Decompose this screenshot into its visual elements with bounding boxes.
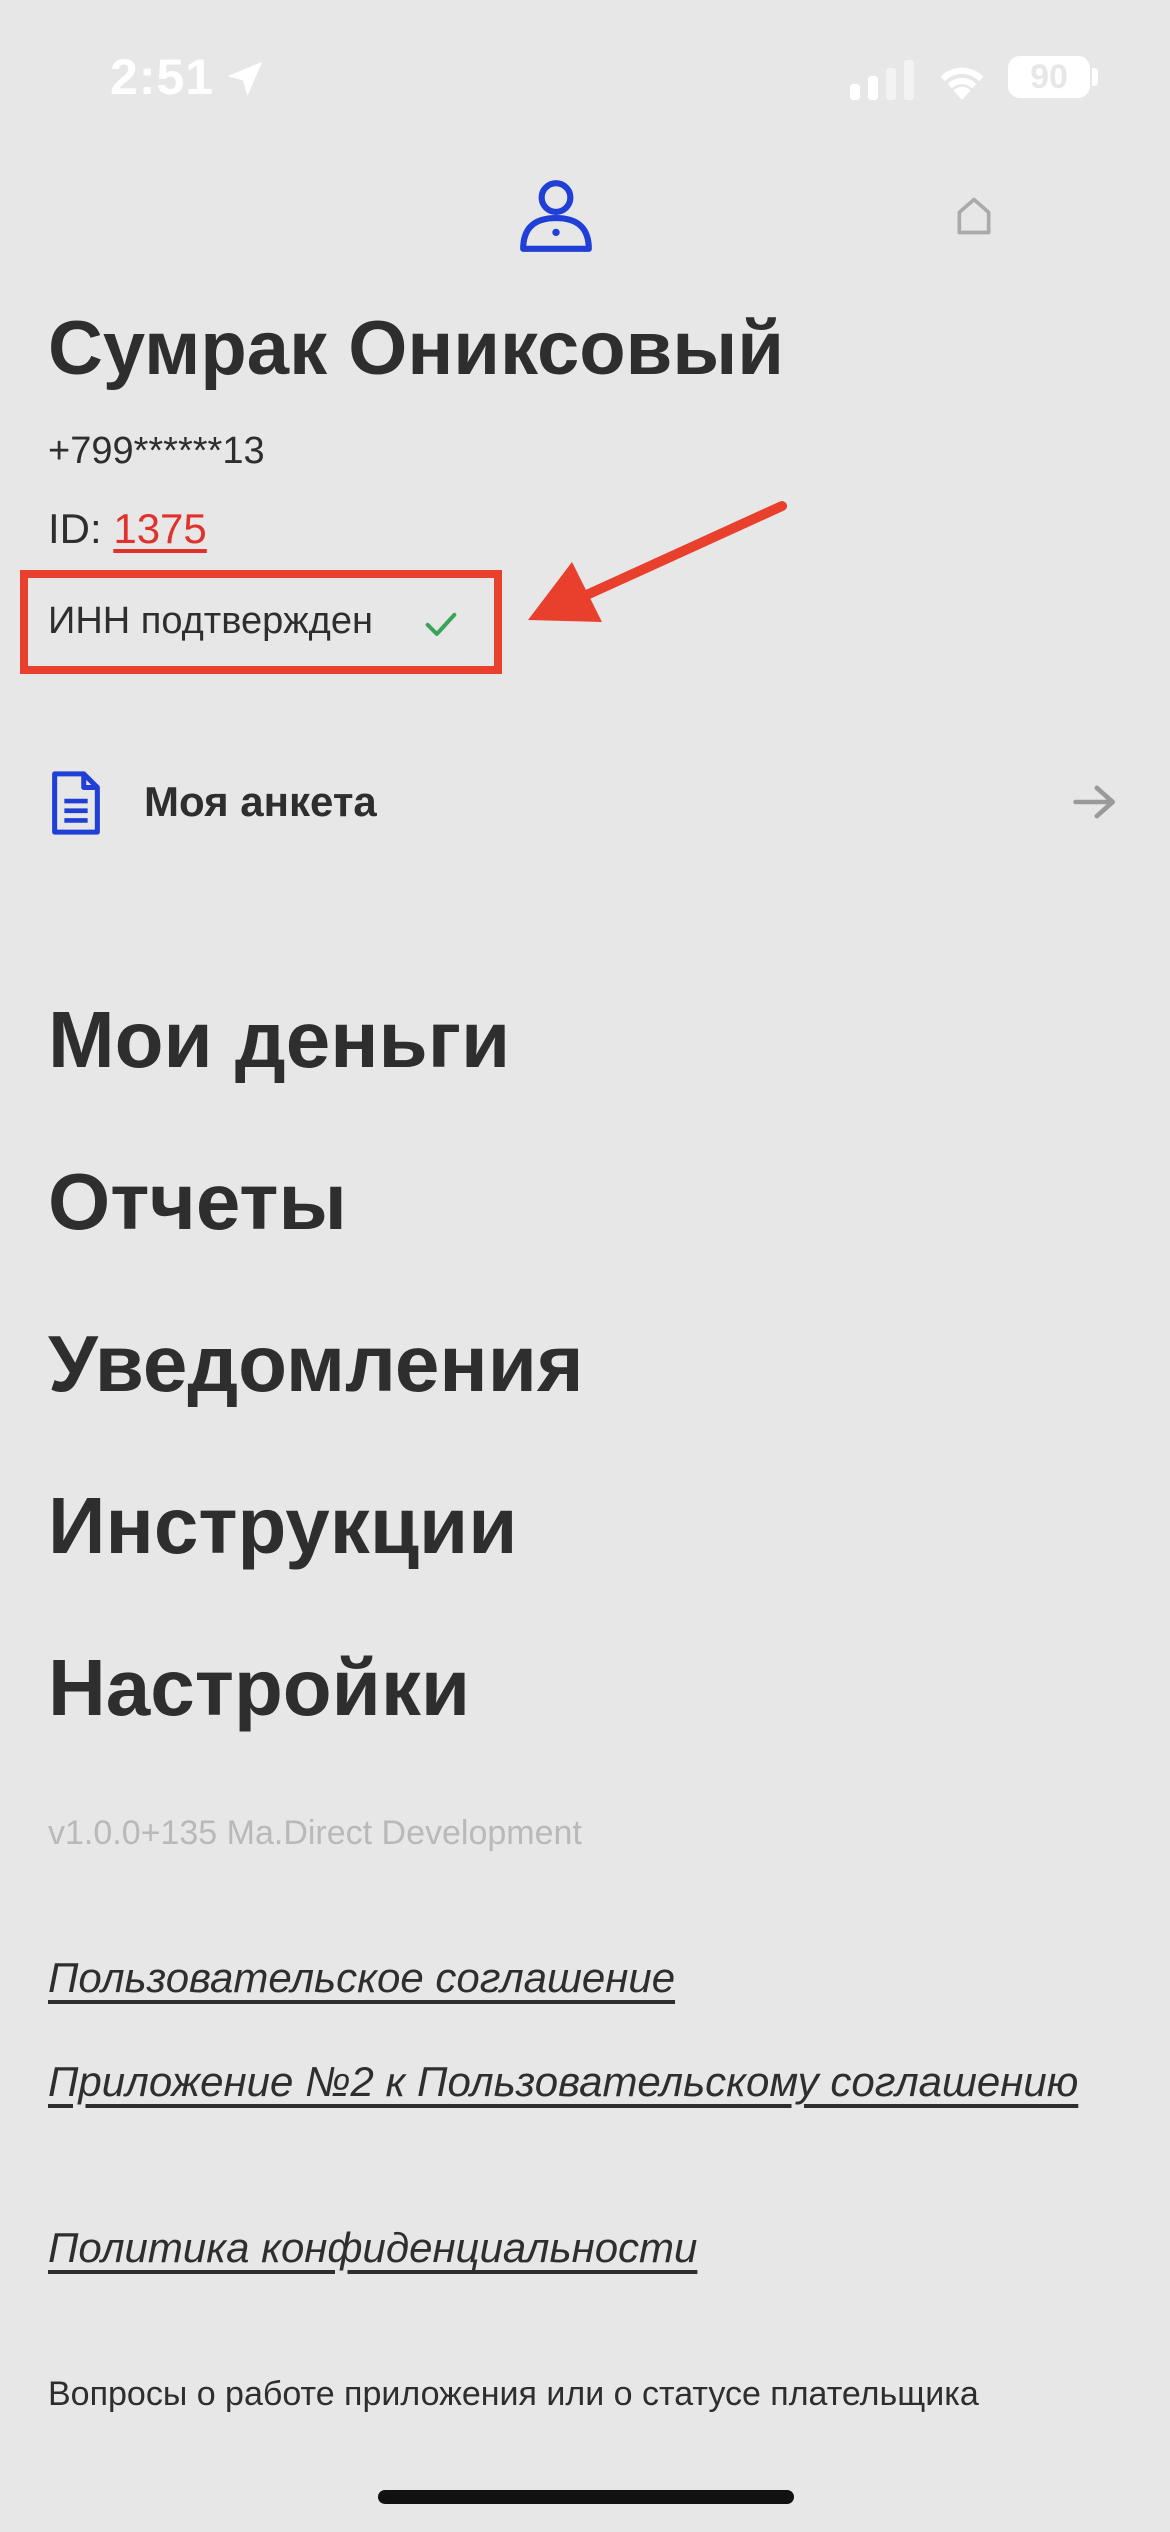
profile-name: Сумрак Ониксовый: [48, 306, 785, 391]
menu-item-my-money[interactable]: Мои деньги: [48, 990, 584, 1152]
menu-item-notifications[interactable]: Уведомления: [48, 1314, 584, 1476]
privacy-policy-link[interactable]: Политика конфиденциальности: [48, 2220, 697, 2276]
home-indicator[interactable]: [378, 2490, 794, 2504]
my-questionnaire-label: Моя анкета: [144, 778, 377, 825]
profile-icon[interactable]: [515, 175, 597, 257]
my-questionnaire-row[interactable]: Моя анкета: [48, 770, 1118, 850]
profile-id: ID: 1375: [48, 505, 207, 553]
menu-item-settings[interactable]: Настройки: [48, 1638, 584, 1800]
wifi-icon: [940, 67, 984, 100]
profile-id-value[interactable]: 1375: [113, 505, 206, 552]
support-text: Вопросы о работе приложения или о статус…: [48, 2375, 979, 2413]
battery-tip: [1092, 68, 1098, 86]
document-icon: [52, 771, 100, 835]
menu-item-reports[interactable]: Отчеты: [48, 1152, 584, 1314]
profile-screen: 2:51 90 Сумрак Ониксовый +799******13 ID…: [0, 0, 1170, 2532]
profile-id-label: ID:: [48, 505, 114, 552]
home-icon[interactable]: [952, 194, 996, 238]
profile-phone: +799******13: [48, 430, 265, 472]
arrow-right-icon: [1073, 785, 1115, 819]
appendix-link[interactable]: Приложение №2 к Пользовательскому соглаш…: [48, 2054, 1088, 2110]
main-menu: Мои деньги Отчеты Уведомления Инструкции…: [48, 990, 584, 1800]
status-bar: 2:51 90: [0, 0, 1170, 150]
battery-icon: 90: [1008, 56, 1090, 98]
signal-icon: [850, 60, 914, 100]
status-time: 2:51: [110, 49, 215, 105]
menu-item-instructions[interactable]: Инструкции: [48, 1476, 584, 1638]
app-version: v1.0.0+135 Ma.Direct Development: [48, 1814, 582, 1852]
terms-link[interactable]: Пользовательское соглашение: [48, 1950, 675, 2006]
inn-status: ИНН подтвержден: [48, 600, 373, 642]
check-icon: [425, 612, 457, 636]
location-arrow-icon: [227, 61, 263, 97]
battery-level: 90: [1030, 57, 1068, 96]
annotation-arrow-icon: [528, 501, 787, 622]
